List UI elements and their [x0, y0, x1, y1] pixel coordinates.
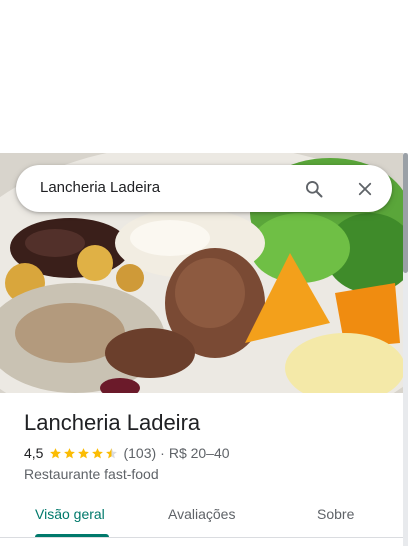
close-icon [358, 182, 372, 196]
scrollbar-thumb[interactable] [403, 153, 408, 273]
tab-reviews[interactable]: Avaliações [168, 506, 235, 522]
star-rating [49, 447, 119, 460]
place-category[interactable]: Restaurante fast-food [24, 466, 159, 482]
star-full-icon [50, 447, 62, 458]
search-icon [306, 181, 323, 198]
star-half-icon [106, 447, 118, 458]
search-input[interactable]: Lancheria Ladeira [40, 179, 160, 196]
tabs-divider [0, 537, 403, 538]
scrollbar[interactable] [403, 153, 408, 546]
rating-value: 4,5 [24, 445, 44, 461]
close-button[interactable] [352, 176, 378, 202]
tab-about[interactable]: Sobre [317, 506, 354, 522]
reviews-count[interactable]: (103) [123, 445, 156, 461]
rating-row: 4,5 (103) · R$ 20–40 [24, 445, 230, 461]
tab-overview[interactable]: Visão geral [35, 506, 105, 522]
search-bar[interactable]: Lancheria Ladeira [16, 165, 392, 212]
price-range: R$ 20–40 [168, 445, 230, 461]
star-full-icon [64, 447, 76, 458]
search-button[interactable] [301, 176, 327, 202]
place-tabs: Visão geral Avaliações Sobre [0, 495, 403, 537]
meta-separator: · [160, 445, 165, 461]
star-full-icon [92, 447, 104, 458]
place-title: Lancheria Ladeira [24, 410, 201, 435]
star-full-icon [78, 447, 90, 458]
